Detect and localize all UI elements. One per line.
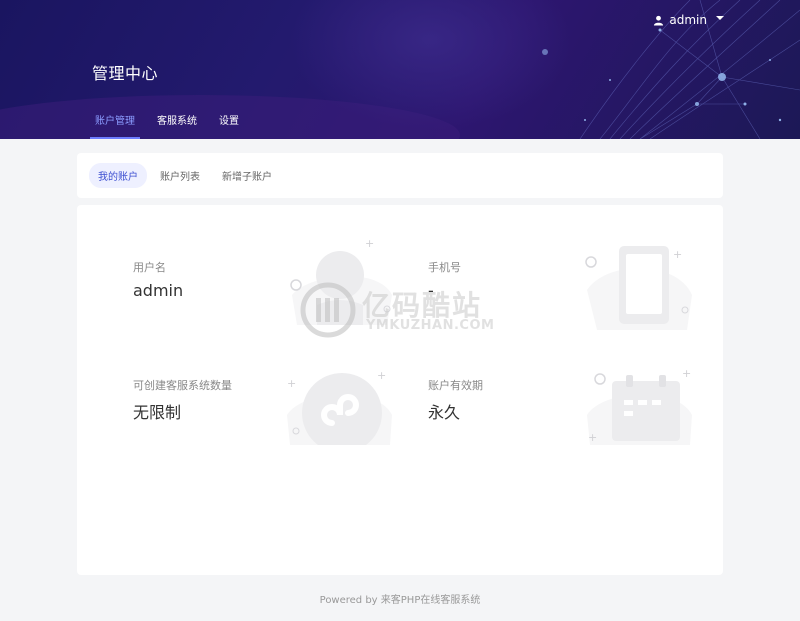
top-nav: 账户管理 客服系统 设置 bbox=[84, 108, 250, 139]
header-banner: admin 管理中心 账户管理 客服系统 设置 bbox=[0, 0, 800, 139]
username-label: admin bbox=[669, 13, 707, 27]
subtab-bar: 我的账户 账户列表 新增子账户 bbox=[77, 153, 723, 198]
nav-service-system[interactable]: 客服系统 bbox=[146, 108, 208, 139]
username-info-label: 用户名 bbox=[133, 261, 166, 274]
svg-text:+: + bbox=[287, 377, 296, 390]
phone-info-label: 手机号 bbox=[428, 261, 461, 274]
username-info: 用户名 admin bbox=[133, 259, 183, 300]
watermark: 亿码酷站 YMKUZHAN.COM bbox=[300, 280, 510, 340]
page-title: 管理中心 bbox=[92, 64, 159, 83]
quota-info-label: 可创建客服系统数量 bbox=[133, 379, 232, 392]
validity-info: 账户有效期 永久 bbox=[428, 377, 483, 423]
quota-info-value: 无限制 bbox=[133, 403, 182, 422]
svg-text:+: + bbox=[588, 431, 597, 444]
tab-account-list[interactable]: 账户列表 bbox=[151, 163, 209, 188]
tab-add-subaccount[interactable]: 新增子账户 bbox=[213, 163, 281, 188]
nav-settings[interactable]: 设置 bbox=[208, 108, 250, 139]
chevron-down-icon bbox=[716, 16, 724, 20]
footer-powered-by: Powered by 来客PHP在线客服系统 bbox=[319, 595, 481, 606]
validity-info-value: 永久 bbox=[428, 403, 461, 422]
nav-account-management[interactable]: 账户管理 bbox=[84, 108, 146, 139]
svg-text:+: + bbox=[673, 248, 682, 261]
svg-text:+: + bbox=[377, 369, 386, 382]
username-info-value: admin bbox=[133, 281, 184, 300]
calendar-illustration-icon: + + bbox=[587, 367, 692, 445]
user-icon bbox=[654, 15, 664, 26]
watermark-logo-icon bbox=[300, 282, 356, 338]
svg-text:+: + bbox=[682, 367, 691, 380]
account-info-card: + + + + + + 用户名 admin 手机号 - 可创建客服系统数量 无限… bbox=[77, 205, 723, 575]
user-menu[interactable]: admin bbox=[653, 13, 724, 27]
quota-info: 可创建客服系统数量 无限制 bbox=[133, 377, 232, 423]
phone-illustration-icon: + bbox=[585, 246, 692, 330]
svg-text:+: + bbox=[365, 237, 374, 250]
watermark-text-en: YMKUZHAN.COM bbox=[366, 318, 495, 333]
tab-my-account[interactable]: 我的账户 bbox=[89, 163, 147, 188]
validity-info-label: 账户有效期 bbox=[428, 379, 483, 392]
link-illustration-icon: + + bbox=[287, 369, 392, 445]
